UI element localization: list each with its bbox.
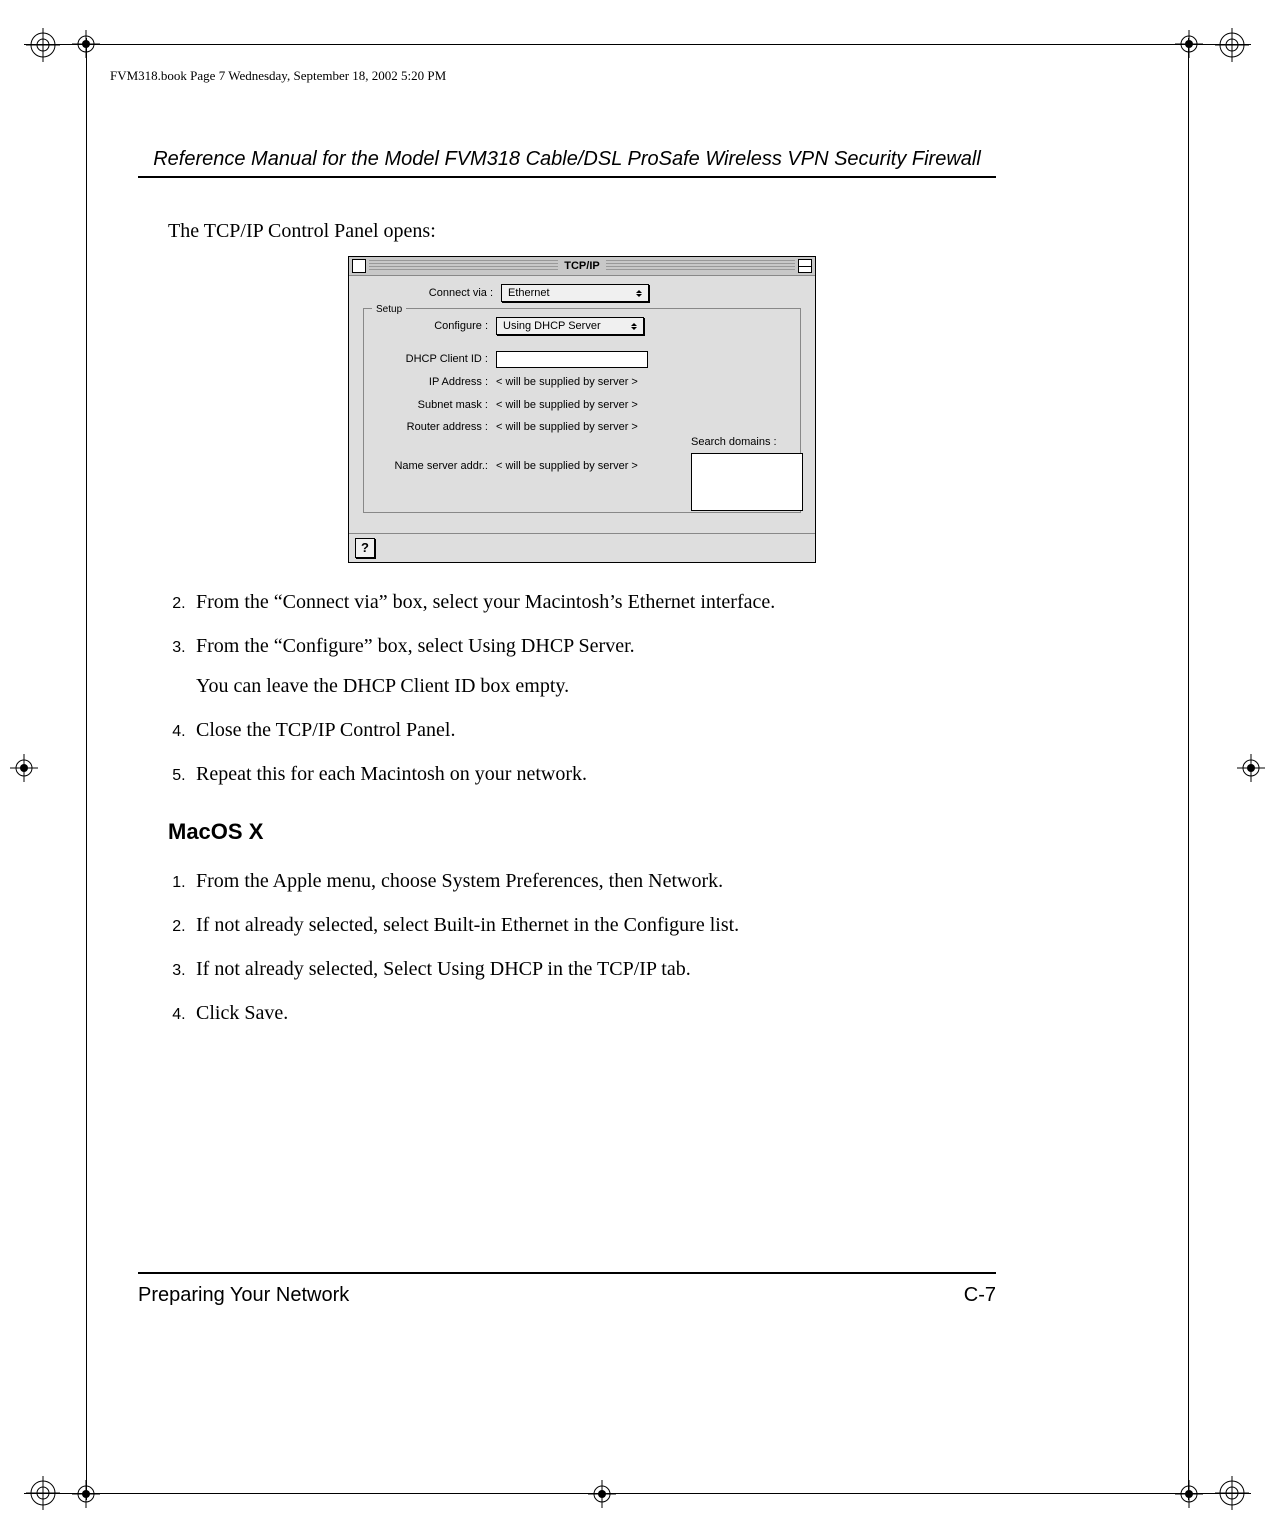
- macosx-step-4: Click Save.: [190, 998, 996, 1028]
- registration-mark-icon: [26, 28, 60, 62]
- close-box-icon[interactable]: [352, 259, 366, 273]
- router-address-value: < will be supplied by server >: [496, 419, 638, 436]
- step-5: Repeat this for each Macintosh on your n…: [190, 759, 996, 789]
- configure-popup[interactable]: Using DHCP Server: [496, 317, 644, 335]
- steps-list-b: From the Apple menu, choose System Prefe…: [168, 866, 996, 1028]
- crosshair-icon: [1237, 754, 1265, 782]
- crop-vline-left: [86, 38, 87, 1500]
- help-icon: ?: [361, 538, 369, 558]
- macosx-step-4-text: Click Save.: [196, 1002, 288, 1024]
- crop-vline-right: [1188, 38, 1189, 1500]
- registration-mark-icon: [1215, 28, 1249, 62]
- crosshair-icon: [1175, 1480, 1203, 1508]
- macosx-step-2: If not already selected, select Built-in…: [190, 910, 996, 940]
- tcpip-control-panel: TCP/IP Connect via : Ethernet Setup: [348, 256, 816, 563]
- section-heading-macosx: MacOS X: [168, 815, 996, 848]
- macosx-step-1-text: From the Apple menu, choose System Prefe…: [196, 870, 723, 892]
- dhcp-client-id-label: DHCP Client ID :: [370, 351, 488, 368]
- search-domains-label: Search domains :: [691, 434, 801, 451]
- crosshair-icon: [10, 754, 38, 782]
- chevrons-icon: [633, 285, 645, 301]
- router-address-label: Router address :: [370, 419, 488, 436]
- connect-via-label: Connect via :: [363, 285, 493, 302]
- intro-text: The TCP/IP Control Panel opens:: [168, 216, 996, 246]
- help-button[interactable]: ?: [355, 538, 375, 558]
- step-4: Close the TCP/IP Control Panel.: [190, 715, 996, 745]
- step-2: From the “Connect via” box, select your …: [190, 587, 996, 617]
- configure-label: Configure :: [370, 318, 488, 335]
- ip-address-label: IP Address :: [370, 374, 488, 391]
- step-5-text: Repeat this for each Macintosh on your n…: [196, 763, 587, 785]
- footer-page-number: C-7: [964, 1284, 996, 1307]
- dhcp-client-id-input[interactable]: [496, 351, 648, 368]
- name-server-label: Name server addr.:: [370, 458, 488, 475]
- macosx-step-1: From the Apple menu, choose System Prefe…: [190, 866, 996, 896]
- footer-rule: [138, 1272, 996, 1274]
- step-3-text: From the “Configure” box, select Using D…: [196, 635, 635, 657]
- running-header: Reference Manual for the Model FVM318 Ca…: [138, 148, 996, 171]
- step-3-sub: You can leave the DHCP Client ID box emp…: [196, 671, 996, 701]
- footer-section: Preparing Your Network: [138, 1284, 349, 1307]
- subnet-mask-value: < will be supplied by server >: [496, 397, 638, 414]
- header-rule: [138, 176, 996, 178]
- subnet-mask-label: Subnet mask :: [370, 397, 488, 414]
- configure-value: Using DHCP Server: [503, 318, 601, 335]
- tcpip-title: TCP/IP: [558, 258, 605, 275]
- connect-via-value: Ethernet: [508, 285, 550, 302]
- macosx-step-3-text: If not already selected, Select Using DH…: [196, 958, 691, 980]
- chevrons-icon: [628, 318, 640, 334]
- tcpip-titlebar: TCP/IP: [349, 257, 815, 276]
- setup-legend: Setup: [372, 302, 406, 317]
- step-4-text: Close the TCP/IP Control Panel.: [196, 719, 455, 741]
- collapse-box-icon[interactable]: [798, 259, 812, 273]
- step-3: From the “Configure” box, select Using D…: [190, 631, 996, 701]
- macosx-step-2-text: If not already selected, select Built-in…: [196, 914, 739, 936]
- ip-address-value: < will be supplied by server >: [496, 374, 638, 391]
- connect-via-popup[interactable]: Ethernet: [501, 284, 649, 302]
- macosx-step-3: If not already selected, Select Using DH…: [190, 954, 996, 984]
- step-2-text: From the “Connect via” box, select your …: [196, 591, 775, 613]
- name-server-value: < will be supplied by server >: [496, 458, 638, 475]
- steps-list-a: From the “Connect via” box, select your …: [168, 587, 996, 789]
- book-meta-line: FVM318.book Page 7 Wednesday, September …: [110, 68, 446, 84]
- search-domains-input[interactable]: [691, 453, 803, 511]
